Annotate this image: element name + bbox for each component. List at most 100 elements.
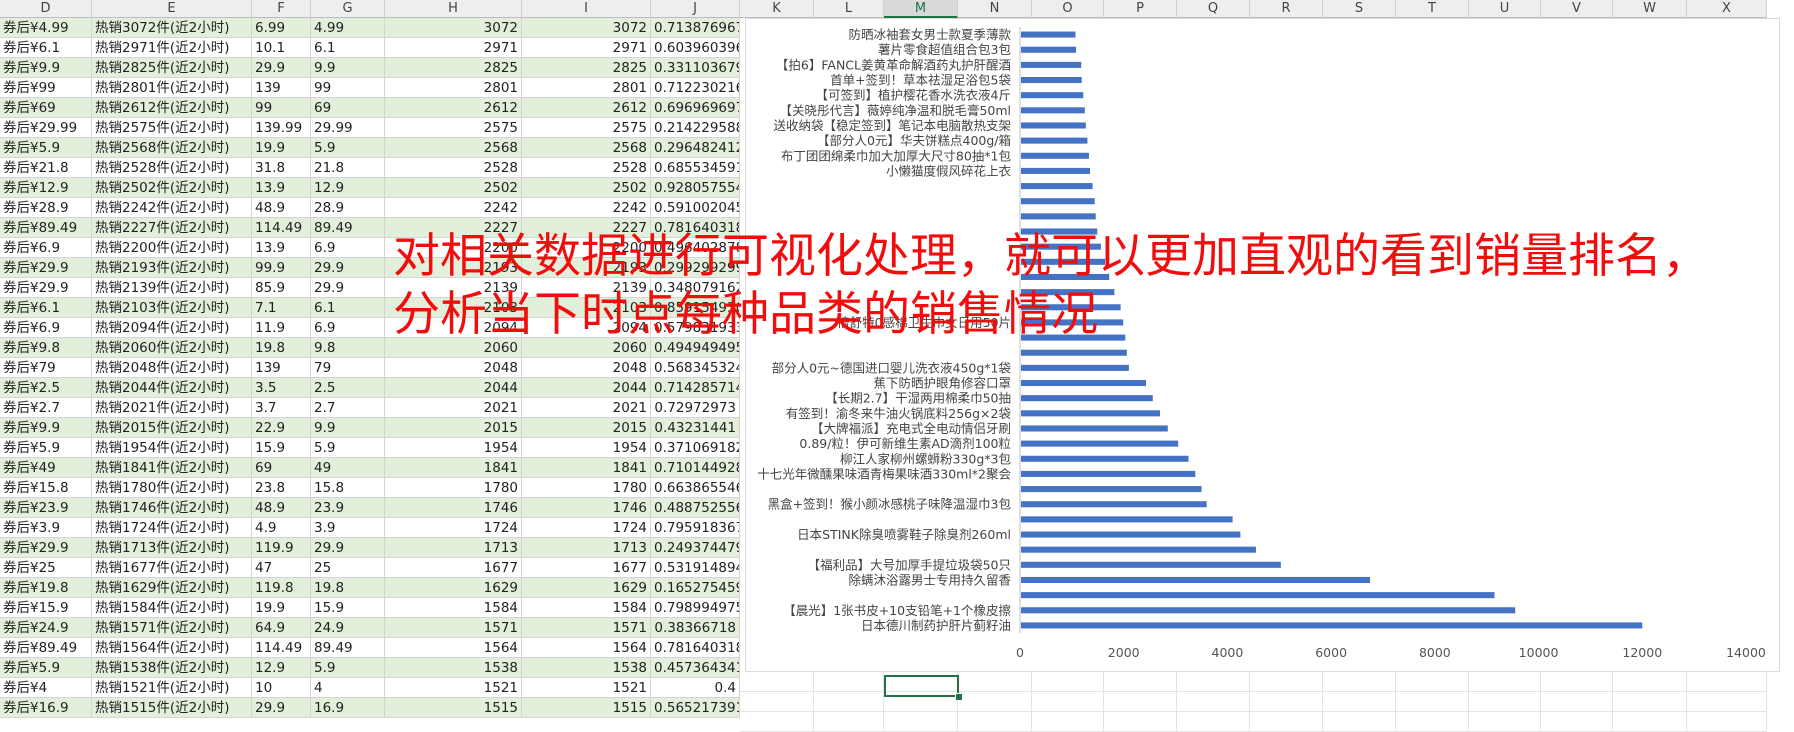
empty-cell[interactable] — [1032, 672, 1104, 692]
cell-D[interactable]: 券后¥29.99 — [0, 118, 92, 138]
empty-cell[interactable] — [1613, 692, 1687, 712]
empty-cell[interactable] — [1396, 672, 1469, 692]
cell-G[interactable]: 5.9 — [311, 138, 385, 158]
column-header-U[interactable]: U — [1469, 0, 1541, 18]
cell-I[interactable]: 1629 — [522, 578, 651, 598]
cell-E[interactable]: 热销1515件(近2小时) — [92, 698, 252, 718]
column-header-X[interactable]: X — [1687, 0, 1767, 18]
empty-cell[interactable] — [1250, 672, 1323, 692]
cell-G[interactable]: 5.9 — [311, 438, 385, 458]
cell-D[interactable]: 券后¥19.8 — [0, 578, 92, 598]
cell-F[interactable]: 29.9 — [252, 58, 311, 78]
cell-E[interactable]: 热销2094件(近2小时) — [92, 318, 252, 338]
cell-J[interactable]: 0.710144928 — [651, 458, 740, 478]
empty-cell[interactable] — [814, 672, 884, 692]
cell-E[interactable]: 热销1841件(近2小时) — [92, 458, 252, 478]
cell-F[interactable]: 3.7 — [252, 398, 311, 418]
cell-H[interactable]: 2612 — [385, 98, 522, 118]
cell-I[interactable]: 2044 — [522, 378, 651, 398]
cell-D[interactable]: 券后¥79 — [0, 358, 92, 378]
cell-F[interactable]: 6.99 — [252, 18, 311, 38]
cell-F[interactable]: 139 — [252, 78, 311, 98]
cell-J[interactable]: 0.603960396 — [651, 38, 740, 58]
cell-E[interactable]: 热销1780件(近2小时) — [92, 478, 252, 498]
cell-I[interactable]: 2825 — [522, 58, 651, 78]
bar[interactable] — [1021, 501, 1207, 508]
cell-D[interactable]: 券后¥6.9 — [0, 238, 92, 258]
cell-D[interactable]: 券后¥24.9 — [0, 618, 92, 638]
empty-cell[interactable] — [1613, 712, 1687, 732]
column-header-K[interactable]: K — [740, 0, 814, 18]
bar[interactable] — [1021, 592, 1495, 599]
cell-J[interactable]: 0.565217391 — [651, 698, 740, 718]
cell-E[interactable]: 热销2139件(近2小时) — [92, 278, 252, 298]
cell-G[interactable]: 2.7 — [311, 398, 385, 418]
bar[interactable] — [1021, 486, 1202, 493]
column-header-D[interactable]: D — [0, 0, 92, 18]
bar[interactable] — [1021, 167, 1091, 174]
cell-F[interactable]: 99.9 — [252, 258, 311, 278]
cell-I[interactable]: 2801 — [522, 78, 651, 98]
cell-E[interactable]: 热销1677件(近2小时) — [92, 558, 252, 578]
cell-I[interactable]: 1515 — [522, 698, 651, 718]
cell-E[interactable]: 热销2801件(近2小时) — [92, 78, 252, 98]
cell-E[interactable]: 热销3072件(近2小时) — [92, 18, 252, 38]
bar[interactable] — [1021, 349, 1127, 356]
cell-F[interactable]: 114.49 — [252, 218, 311, 238]
cell-H[interactable]: 2971 — [385, 38, 522, 58]
spreadsheet[interactable]: DEFGHIJKLMNOPQRSTUVWX 券后¥4.99 热销3072件(近2小… — [0, 0, 1794, 732]
cell-G[interactable]: 16.9 — [311, 698, 385, 718]
bar[interactable] — [1021, 455, 1189, 462]
cell-H[interactable]: 2044 — [385, 378, 522, 398]
bar[interactable] — [1021, 77, 1082, 84]
cell-H[interactable]: 2242 — [385, 198, 522, 218]
cell-G[interactable]: 29.9 — [311, 258, 385, 278]
cell-D[interactable]: 券后¥5.9 — [0, 658, 92, 678]
cell-E[interactable]: 热销1571件(近2小时) — [92, 618, 252, 638]
cell-F[interactable]: 119.9 — [252, 538, 311, 558]
cell-E[interactable]: 热销1538件(近2小时) — [92, 658, 252, 678]
cell-H[interactable]: 1521 — [385, 678, 522, 698]
cell-E[interactable]: 热销2021件(近2小时) — [92, 398, 252, 418]
cell-D[interactable]: 券后¥89.49 — [0, 638, 92, 658]
cell-H[interactable]: 1571 — [385, 618, 522, 638]
cell-H[interactable]: 1584 — [385, 598, 522, 618]
cell-E[interactable]: 热销2103件(近2小时) — [92, 298, 252, 318]
cell-F[interactable]: 139.99 — [252, 118, 311, 138]
cell-H[interactable]: 2575 — [385, 118, 522, 138]
cell-F[interactable]: 19.8 — [252, 338, 311, 358]
cell-D[interactable]: 券后¥29.9 — [0, 258, 92, 278]
cell-I[interactable]: 1954 — [522, 438, 651, 458]
cell-G[interactable]: 6.9 — [311, 318, 385, 338]
cell-J[interactable]: 0.685534591 — [651, 158, 740, 178]
cell-G[interactable]: 2.5 — [311, 378, 385, 398]
empty-cell[interactable] — [1687, 672, 1767, 692]
cell-D[interactable]: 券后¥6.1 — [0, 38, 92, 58]
cell-G[interactable]: 29.9 — [311, 278, 385, 298]
cell-H[interactable]: 2568 — [385, 138, 522, 158]
cell-I[interactable]: 2971 — [522, 38, 651, 58]
column-header-T[interactable]: T — [1396, 0, 1469, 18]
cell-E[interactable]: 热销1724件(近2小时) — [92, 518, 252, 538]
cell-J[interactable]: 0.38366718 — [651, 618, 740, 638]
cell-D[interactable]: 券后¥25 — [0, 558, 92, 578]
cell-J[interactable]: 0.296482412 — [651, 138, 740, 158]
empty-cell[interactable] — [958, 712, 1032, 732]
cell-H[interactable]: 1724 — [385, 518, 522, 538]
empty-cell[interactable] — [884, 712, 958, 732]
cell-D[interactable]: 券后¥99 — [0, 78, 92, 98]
cell-D[interactable]: 券后¥3.9 — [0, 518, 92, 538]
column-header-Q[interactable]: Q — [1177, 0, 1250, 18]
cell-E[interactable]: 热销2227件(近2小时) — [92, 218, 252, 238]
cell-J[interactable]: 0.712230216 — [651, 78, 740, 98]
cell-E[interactable]: 热销1954件(近2小时) — [92, 438, 252, 458]
empty-cell[interactable] — [958, 692, 1032, 712]
cell-E[interactable]: 热销2825件(近2小时) — [92, 58, 252, 78]
cell-H[interactable]: 1954 — [385, 438, 522, 458]
bar[interactable] — [1021, 183, 1093, 190]
column-header-M[interactable]: M — [884, 0, 958, 18]
cell-G[interactable]: 21.8 — [311, 158, 385, 178]
empty-cell[interactable] — [740, 712, 814, 732]
cell-G[interactable]: 99 — [311, 78, 385, 98]
bar[interactable] — [1021, 470, 1196, 477]
